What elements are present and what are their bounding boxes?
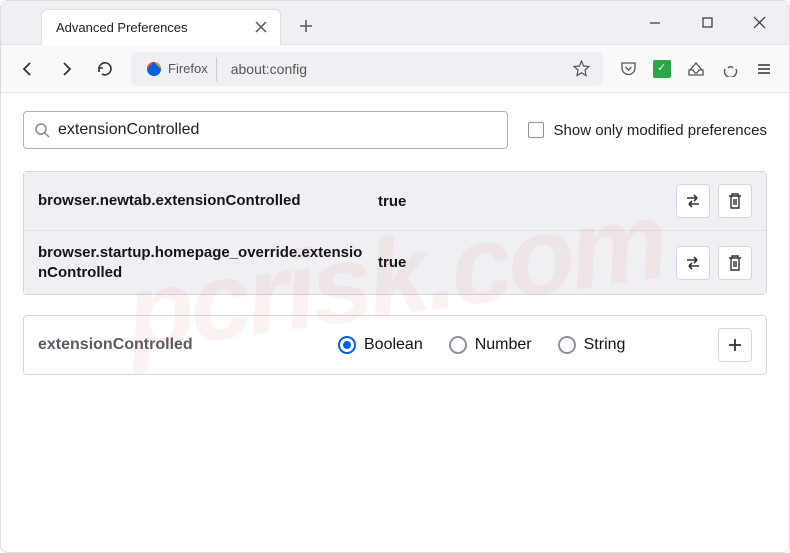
reload-button[interactable]: [87, 52, 121, 86]
new-pref-name: extensionControlled: [38, 336, 328, 354]
pref-value: true: [378, 254, 666, 271]
bookmark-star-icon[interactable]: [566, 54, 596, 84]
radio-string[interactable]: String: [558, 336, 626, 354]
identity-label: Firefox: [168, 61, 208, 76]
delete-button[interactable]: [718, 246, 752, 280]
new-tab-button[interactable]: [291, 11, 321, 41]
protections-icon[interactable]: [715, 54, 745, 84]
page-content: Show only modified preferences browser.n…: [1, 93, 789, 552]
pref-row[interactable]: browser.startup.homepage_override.extens…: [24, 230, 766, 294]
browser-window: Advanced Preferences: [0, 0, 790, 553]
extension-icon[interactable]: [647, 54, 677, 84]
forward-button[interactable]: [49, 52, 83, 86]
tab-title: Advanced Preferences: [56, 20, 252, 35]
new-pref-row: extensionControlled Boolean Number Strin…: [23, 315, 767, 375]
pref-row[interactable]: browser.newtab.extensionControlled true: [24, 172, 766, 230]
pref-value: true: [378, 193, 666, 210]
back-button[interactable]: [11, 52, 45, 86]
search-box[interactable]: [23, 111, 508, 149]
nav-toolbar: Firefox about:config: [1, 45, 789, 93]
radio-icon: [338, 336, 356, 354]
titlebar: Advanced Preferences: [1, 1, 789, 45]
search-input[interactable]: [58, 121, 497, 139]
url-text: about:config: [223, 61, 560, 77]
inbox-icon[interactable]: [681, 54, 711, 84]
radio-icon: [558, 336, 576, 354]
url-bar[interactable]: Firefox about:config: [131, 52, 603, 86]
menu-button[interactable]: [749, 54, 779, 84]
preferences-table: browser.newtab.extensionControlled true …: [23, 171, 767, 295]
modified-only-toggle[interactable]: Show only modified preferences: [528, 122, 767, 139]
radio-label: String: [584, 336, 626, 354]
pref-name: browser.newtab.extensionControlled: [38, 191, 368, 211]
pocket-icon[interactable]: [613, 54, 643, 84]
firefox-icon: [146, 61, 162, 77]
pref-name: browser.startup.homepage_override.extens…: [38, 243, 368, 282]
delete-button[interactable]: [718, 184, 752, 218]
add-button[interactable]: [718, 328, 752, 362]
minimize-button[interactable]: [633, 7, 677, 39]
search-row: Show only modified preferences: [23, 111, 767, 149]
maximize-button[interactable]: [685, 7, 729, 39]
window-controls: [633, 7, 789, 39]
radio-boolean[interactable]: Boolean: [338, 336, 423, 354]
modified-only-label: Show only modified preferences: [554, 122, 767, 139]
browser-tab[interactable]: Advanced Preferences: [41, 9, 281, 45]
radio-icon: [449, 336, 467, 354]
search-icon: [34, 122, 50, 138]
checkbox-icon: [528, 122, 544, 138]
radio-label: Boolean: [364, 336, 423, 354]
radio-label: Number: [475, 336, 532, 354]
toggle-button[interactable]: [676, 246, 710, 280]
window-close-button[interactable]: [737, 7, 781, 39]
type-radio-group: Boolean Number String: [338, 336, 708, 354]
toggle-button[interactable]: [676, 184, 710, 218]
close-icon[interactable]: [252, 18, 270, 36]
identity-box[interactable]: Firefox: [138, 57, 217, 81]
radio-number[interactable]: Number: [449, 336, 532, 354]
